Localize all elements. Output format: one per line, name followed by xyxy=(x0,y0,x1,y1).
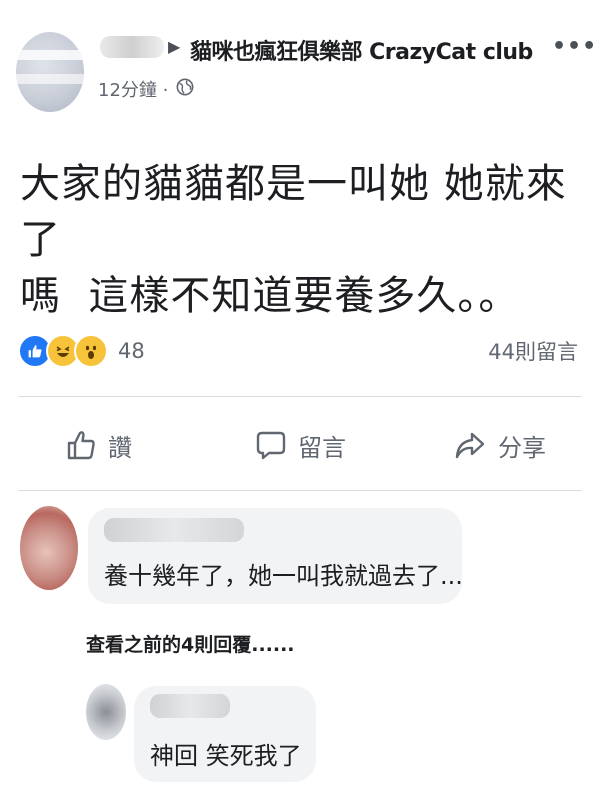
view-previous-replies-link[interactable]: 查看之前的4則回覆...... xyxy=(86,630,295,657)
comments-count-link[interactable]: 44則留言 xyxy=(488,336,578,366)
commenter-avatar[interactable] xyxy=(20,506,78,590)
post-text-line: 嗎 這樣不知道要養多久。。 xyxy=(20,273,520,319)
share-arrow-icon xyxy=(455,432,485,459)
replier-avatar[interactable] xyxy=(86,684,126,740)
post-text: 大家的貓貓都是一叫她 她就來了 嗎 這樣不知道要養多久。。 xyxy=(20,156,590,324)
commenter-name-redacted[interactable] xyxy=(104,518,244,542)
share-button[interactable]: 分享 xyxy=(454,420,546,470)
divider xyxy=(18,396,582,397)
divider xyxy=(18,490,582,491)
like-label: 讚 xyxy=(108,433,132,462)
author-avatar[interactable] xyxy=(16,32,84,112)
thumbs-up-icon xyxy=(67,431,95,460)
author-name-redacted[interactable] xyxy=(100,36,164,58)
like-button[interactable]: 讚 xyxy=(66,420,132,470)
share-label: 分享 xyxy=(498,433,546,462)
wow-reaction-icon xyxy=(74,334,108,368)
triangle-right-icon: ▶ xyxy=(168,37,181,56)
comment-text: 養十幾年了，她一叫我就過去了... xyxy=(104,562,463,590)
more-options-icon[interactable]: ••• xyxy=(552,34,597,59)
reactions-summary[interactable]: 48 xyxy=(18,334,145,368)
comment-label: 留言 xyxy=(298,433,346,462)
post-timestamp[interactable]: 12分鐘 · xyxy=(98,76,168,102)
replier-name-redacted[interactable] xyxy=(150,694,230,718)
comment-bubble-icon xyxy=(256,431,286,460)
globe-icon xyxy=(176,78,194,96)
reaction-count[interactable]: 48 xyxy=(118,339,145,363)
comment-button[interactable]: 留言 xyxy=(256,420,346,470)
post-text-line: 大家的貓貓都是一叫她 她就來了 xyxy=(20,161,567,263)
group-name-link[interactable]: 貓咪也瘋狂俱樂部 CrazyCat club xyxy=(190,34,533,66)
reply-text: 神回 笑死我了 xyxy=(150,742,302,770)
